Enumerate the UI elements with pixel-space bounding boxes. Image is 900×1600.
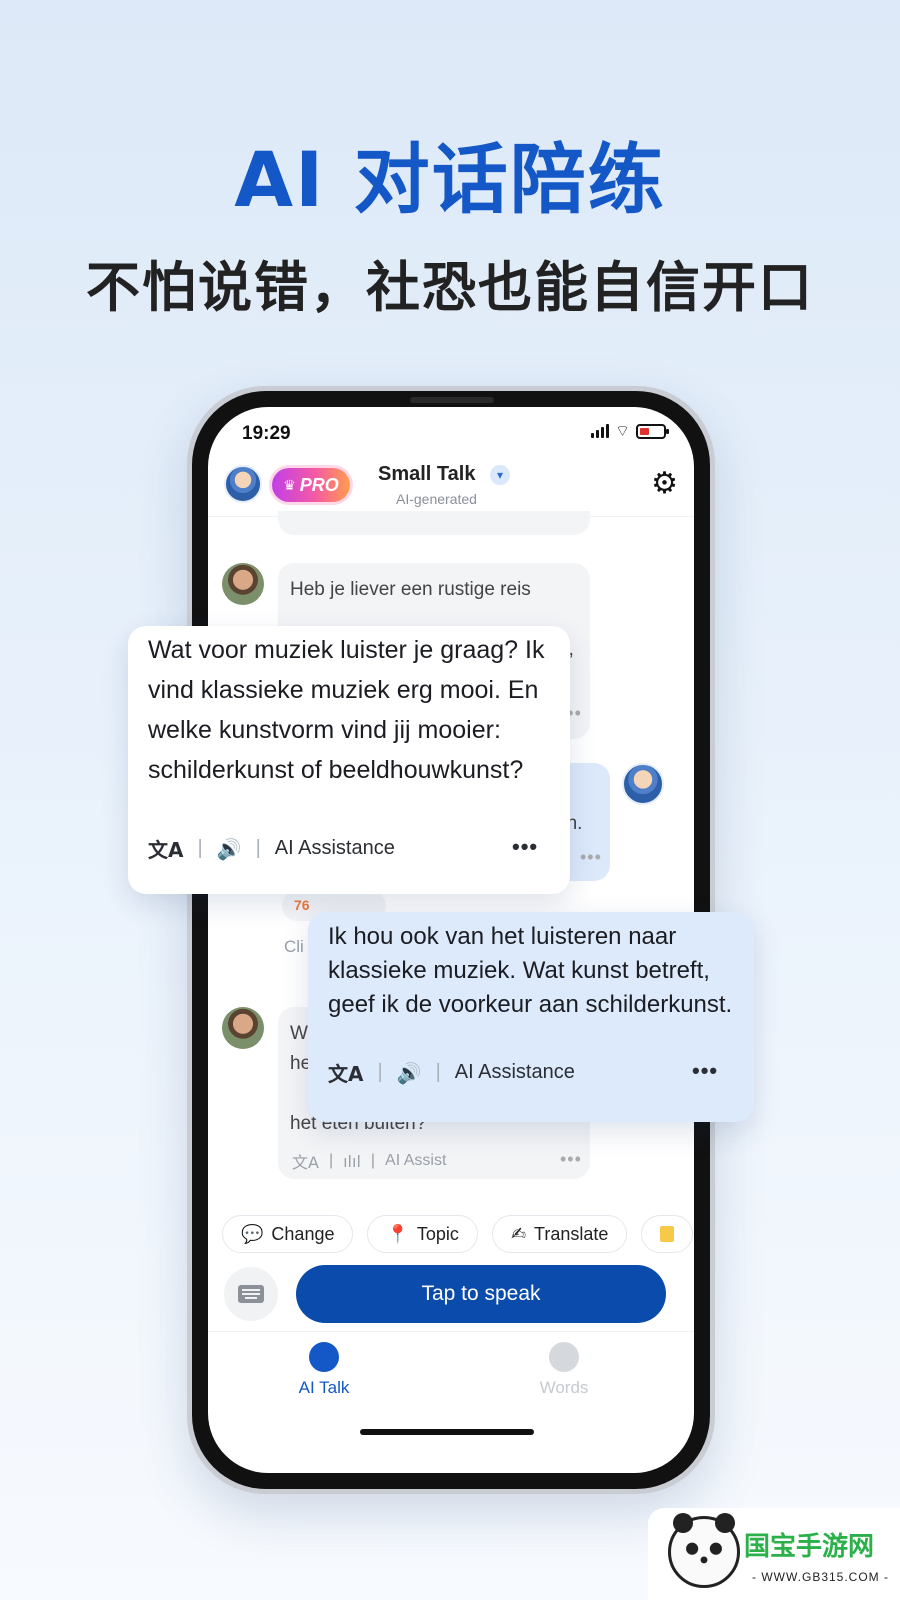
ai-message-text-start: W bbox=[290, 1023, 308, 1044]
user-avatar-chat bbox=[622, 763, 664, 805]
pen-icon: ✍ bbox=[510, 1223, 527, 1244]
watermark-title: 国宝手游网 bbox=[744, 1532, 875, 1562]
hero-subtitle: 不怕说错，社恐也能自信开口 bbox=[86, 256, 814, 319]
chat-bubble-previous bbox=[278, 511, 590, 535]
status-time: 19:29 bbox=[242, 423, 291, 444]
speaker-icon[interactable]: 🔊 bbox=[397, 1061, 422, 1085]
waveform-icon[interactable]: ılıl bbox=[343, 1152, 361, 1171]
ai-message-card: Wat voor muziek luister je graag? Ik vin… bbox=[128, 626, 570, 894]
watermark-url: - WWW.GB315.COM - bbox=[752, 1570, 889, 1584]
hint-text: Cli bbox=[284, 937, 304, 956]
ai-card-text: Wat voor muziek luister je graag? Ik vin… bbox=[148, 636, 545, 784]
more-icon[interactable]: ••• bbox=[580, 847, 602, 868]
panda-logo-icon bbox=[668, 1513, 740, 1588]
chip-translate[interactable]: ✍ Translate bbox=[491, 1215, 628, 1253]
keyboard-button[interactable] bbox=[224, 1267, 278, 1321]
phone-speaker bbox=[410, 397, 494, 403]
ai-assistance-label[interactable]: AI Assistance bbox=[275, 837, 395, 860]
ai-message-text: Heb je liever een rustige reis bbox=[290, 579, 531, 600]
chat-subtitle: AI-generated bbox=[396, 491, 477, 507]
ai-assistance-label[interactable]: AI Assistance bbox=[455, 1061, 575, 1084]
chat-header: ♛ PRO Small Talk ▾ AI-generated ⚙ bbox=[208, 459, 694, 517]
suggestion-chips: 💬 Change 📍 Topic ✍ Translate bbox=[222, 1215, 694, 1253]
words-icon bbox=[549, 1342, 579, 1372]
more-icon[interactable]: ••• bbox=[692, 1058, 718, 1084]
translate-icon[interactable]: 文A bbox=[328, 1058, 363, 1087]
translate-icon[interactable]: 文A bbox=[292, 1149, 319, 1173]
pro-badge[interactable]: ♛ PRO bbox=[272, 468, 350, 502]
ai-avatar bbox=[222, 563, 264, 605]
chip-change[interactable]: 💬 Change bbox=[222, 1215, 354, 1253]
tab-bar: AI Talk Words bbox=[208, 1331, 694, 1421]
pin-icon: 📍 bbox=[386, 1223, 409, 1244]
score-badge: 76 bbox=[294, 897, 310, 913]
user-message-card: Ik hou ook van het luisteren naar klassi… bbox=[308, 912, 754, 1122]
user-card-actions: 文A | 🔊 | AI Assistance bbox=[328, 1058, 575, 1087]
chat-title[interactable]: Small Talk bbox=[378, 463, 475, 486]
tab-ai-talk[interactable]: AI Talk bbox=[264, 1342, 384, 1398]
tab-words[interactable]: Words bbox=[504, 1342, 624, 1398]
gear-icon[interactable]: ⚙ bbox=[651, 469, 678, 499]
chip-more[interactable] bbox=[641, 1215, 694, 1253]
chat-icon: 💬 bbox=[241, 1223, 264, 1244]
user-card-text: Ik hou ook van het luisteren naar klassi… bbox=[328, 923, 733, 1018]
user-avatar[interactable] bbox=[224, 465, 262, 503]
chevron-down-icon[interactable]: ▾ bbox=[490, 465, 510, 485]
ai-assist-label[interactable]: AI Assist bbox=[385, 1152, 446, 1170]
more-icon[interactable]: ••• bbox=[512, 834, 538, 860]
crown-icon: ♛ bbox=[283, 476, 296, 493]
ai-avatar bbox=[222, 1007, 264, 1049]
tap-to-speak-button[interactable]: Tap to speak bbox=[296, 1265, 666, 1323]
translate-icon[interactable]: 文A bbox=[148, 834, 183, 863]
speaker-icon[interactable]: 🔊 bbox=[217, 837, 242, 861]
more-icon[interactable]: ••• bbox=[560, 1149, 582, 1170]
ai-card-actions: 文A | 🔊 | AI Assistance bbox=[148, 834, 395, 863]
wifi-icon: ⌔ bbox=[614, 421, 630, 440]
pro-label: PRO bbox=[299, 474, 339, 495]
chat-bubble-icon bbox=[309, 1342, 339, 1372]
status-icons: ⌔ bbox=[590, 421, 669, 441]
chip-topic[interactable]: 📍 Topic bbox=[367, 1215, 478, 1253]
signal-icon bbox=[590, 424, 609, 438]
battery-icon bbox=[636, 423, 669, 439]
watermark: 国宝手游网 - WWW.GB315.COM - bbox=[648, 1508, 900, 1600]
home-indicator bbox=[360, 1429, 534, 1435]
note-icon bbox=[660, 1226, 675, 1242]
ai-message-actions: 文A | ılıl | AI Assist bbox=[292, 1149, 446, 1173]
keyboard-icon bbox=[238, 1285, 264, 1303]
hero-title: AI 对话陪练 bbox=[234, 135, 666, 224]
